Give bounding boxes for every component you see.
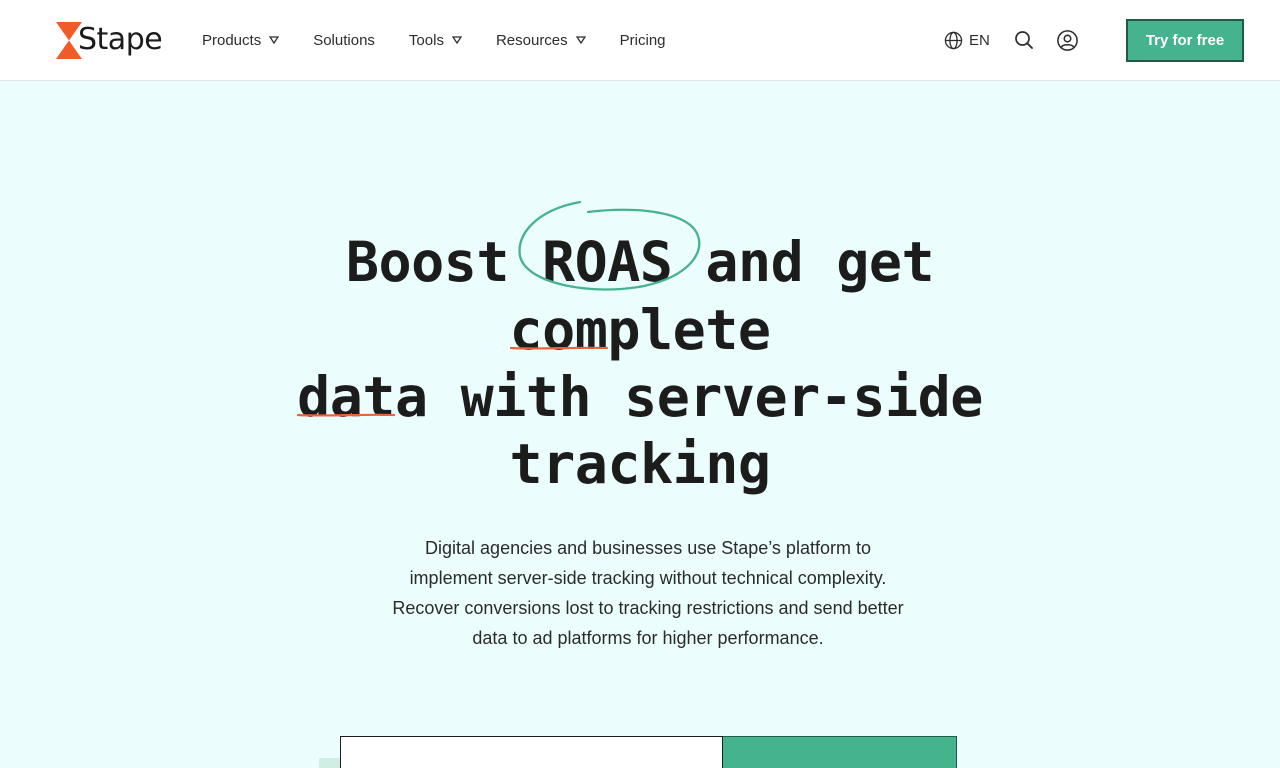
search-button[interactable]: [1012, 28, 1036, 52]
headline-word: tracking: [509, 432, 771, 496]
nav-item-products[interactable]: Products: [202, 31, 280, 49]
headline-word: with: [460, 365, 592, 429]
headline-word-highlighted: ROAS: [518, 200, 701, 296]
nav-item-resources[interactable]: Resources: [496, 32, 586, 49]
headline-word: get: [836, 230, 935, 294]
chevron-down-icon: [451, 36, 462, 44]
headline-line: complete: [0, 297, 1280, 364]
chevron-down-icon: [269, 36, 280, 44]
user-icon: [1057, 29, 1079, 51]
nav-item-label: Tools: [408, 31, 444, 49]
site-header: Stape Products Solutions Tools Resources…: [0, 0, 1280, 81]
nav-item-label: Products: [202, 31, 262, 49]
headline-line: data with server-side: [0, 364, 1280, 431]
nav-item-solutions[interactable]: Solutions: [313, 32, 375, 49]
language-switcher[interactable]: EN: [944, 31, 990, 50]
email-input[interactable]: [340, 736, 723, 768]
hero-subtitle: Digital agencies and businesses use Stap…: [392, 538, 904, 648]
header-actions: EN: [944, 0, 1100, 80]
nav-item-label: Resources: [495, 31, 568, 49]
decorative-square: [319, 758, 341, 768]
headline-word: ROAS: [541, 230, 673, 294]
headline-word: Boost: [345, 230, 510, 294]
nav-item-tools[interactable]: Tools: [409, 32, 462, 49]
headline-word-underlined: data: [297, 364, 428, 431]
headline-word: and: [705, 230, 804, 294]
headline-word: data: [297, 365, 428, 429]
nav-item-label: Pricing: [619, 31, 666, 49]
headline-word-underlined: complete: [509, 297, 771, 364]
headline-word: server-side: [624, 365, 983, 429]
globe-icon: [944, 31, 963, 49]
signup-form: [340, 736, 957, 768]
main-nav: Products Solutions Tools Resources Prici…: [202, 0, 700, 80]
search-icon: [1014, 31, 1033, 49]
logo-text: Stape: [78, 22, 163, 57]
hero-section: Boost ROAS and get complete data with server…: [0, 81, 1280, 768]
chevron-down-icon: [575, 36, 586, 44]
headline-line: Boost ROAS and get: [0, 200, 1280, 296]
signup-submit-button[interactable]: [723, 736, 957, 768]
stape-logo[interactable]: Stape: [56, 20, 163, 60]
headline-line: tracking: [0, 431, 1280, 498]
nav-item-pricing[interactable]: Pricing: [620, 32, 666, 49]
try-for-free-button[interactable]: Try for free: [1126, 19, 1244, 62]
headline-word: complete: [509, 298, 771, 362]
nav-item-label: Solutions: [313, 31, 375, 49]
account-button[interactable]: [1056, 28, 1080, 52]
language-label: EN: [969, 31, 990, 49]
